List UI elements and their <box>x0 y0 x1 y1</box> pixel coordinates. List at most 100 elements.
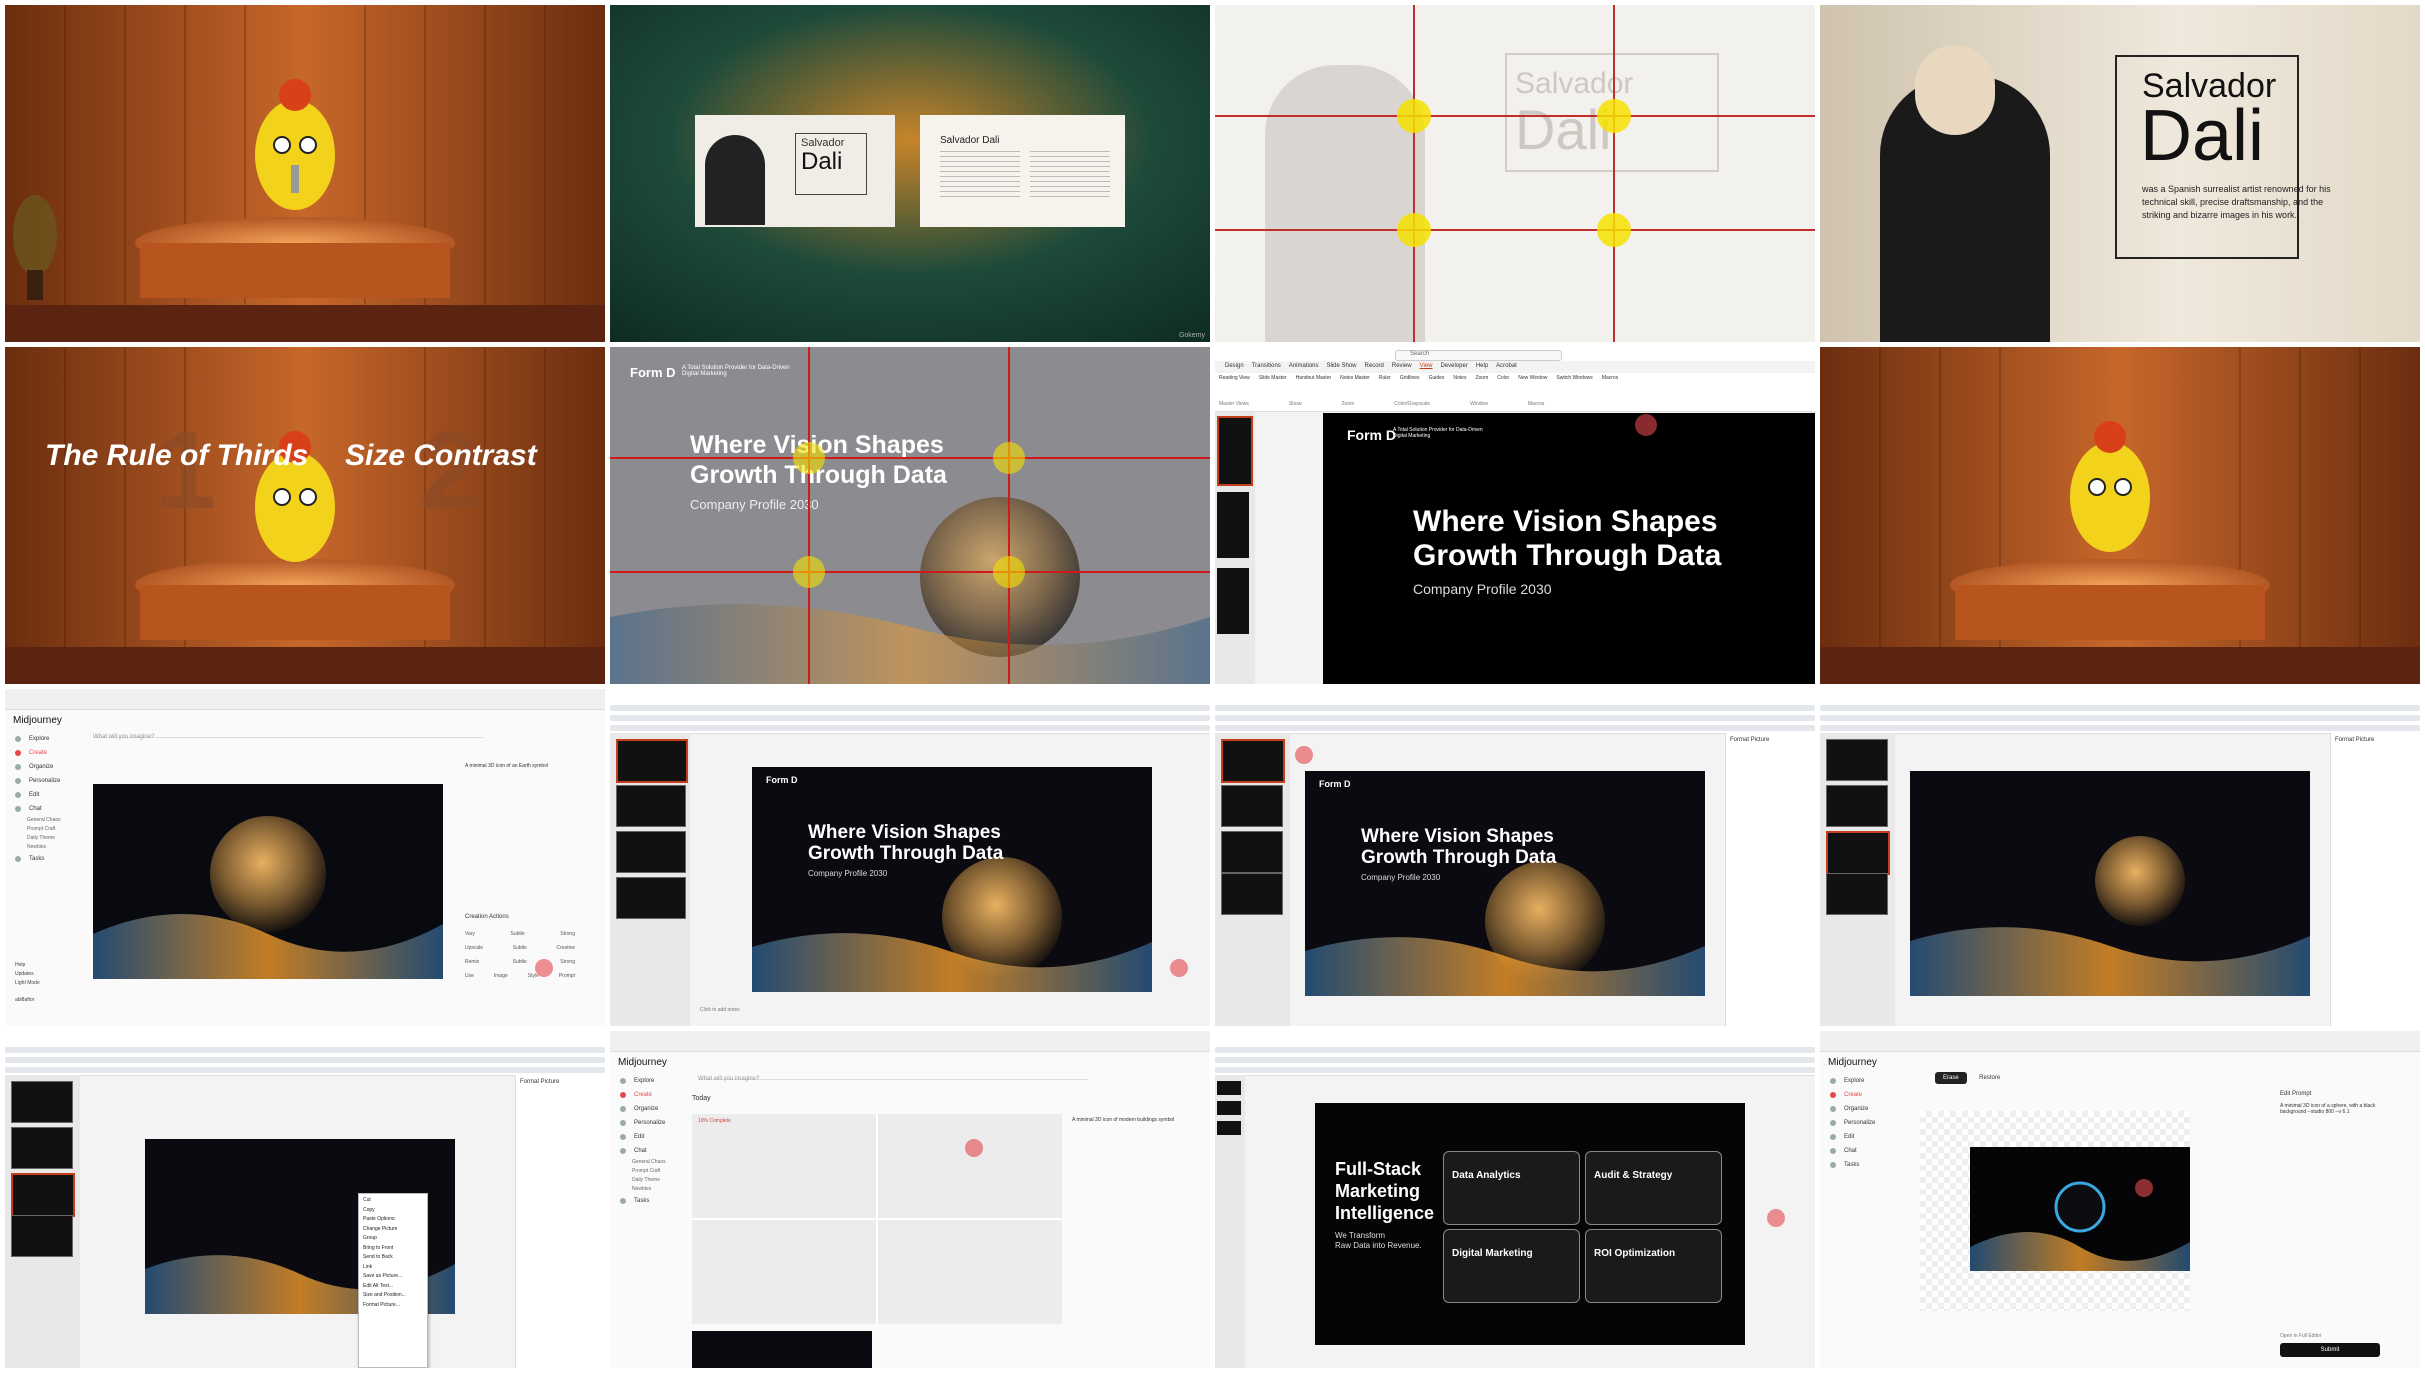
light-mode-toggle[interactable]: Light Mode <box>15 979 40 988</box>
thumbnail[interactable] <box>11 1215 73 1257</box>
gridlines-checkbox[interactable]: Gridlines <box>1400 375 1420 381</box>
menu-group[interactable]: Group <box>363 1234 423 1244</box>
chat-general[interactable]: General Chaos <box>27 816 80 825</box>
thumbnail[interactable] <box>1217 1101 1241 1115</box>
edit-prompt-text[interactable]: A minimal 3D icon of a sphere, with a bl… <box>2280 1103 2380 1115</box>
prompt-input[interactable]: What will you imagine? <box>93 725 483 740</box>
thumbnail[interactable] <box>11 1081 73 1123</box>
nav-tasks[interactable]: Tasks <box>610 1194 685 1208</box>
submit-button[interactable]: Submit <box>2280 1343 2380 1357</box>
menu-link[interactable]: Link <box>363 1263 423 1273</box>
chat-daily-theme[interactable]: Daily Theme <box>632 1176 685 1185</box>
tab-help[interactable]: Help <box>1476 363 1488 369</box>
menu-format-picture[interactable]: Format Picture... <box>363 1301 423 1311</box>
thumbnail[interactable] <box>1221 785 1283 827</box>
thumbnail[interactable] <box>616 831 686 873</box>
tab-slide-show[interactable]: Slide Show <box>1327 363 1357 369</box>
search-box[interactable]: Search <box>1395 350 1562 361</box>
nav-personalize[interactable]: Personalize <box>1820 1116 1895 1130</box>
thumbnail[interactable] <box>616 739 688 783</box>
menu-send-back[interactable]: Send to Back <box>363 1253 423 1263</box>
nav-explore[interactable]: Explore <box>1820 1074 1895 1088</box>
nav-explore[interactable]: Explore <box>610 1074 685 1088</box>
nav-personalize[interactable]: Personalize <box>5 774 80 788</box>
thumbnail[interactable] <box>11 1173 75 1217</box>
thumbnail[interactable] <box>11 1127 73 1169</box>
slide-canvas[interactable]: Form D A Total Solution Provider for Dat… <box>1323 413 1815 684</box>
open-editor-link[interactable]: Open in Full Editor <box>2280 1333 2321 1339</box>
tab-record[interactable]: Record <box>1365 363 1384 369</box>
user-name[interactable]: abl8aftor <box>15 996 40 1005</box>
nav-tasks[interactable]: Tasks <box>1820 1158 1895 1172</box>
nav-organize[interactable]: Organize <box>1820 1102 1895 1116</box>
nav-personalize[interactable]: Personalize <box>610 1116 685 1130</box>
reading-view-button[interactable]: Reading View <box>1219 375 1250 381</box>
prompt-input[interactable]: What will you imagine? <box>698 1067 1088 1082</box>
thumbnail[interactable] <box>616 785 686 827</box>
tab-design[interactable]: Design <box>1225 363 1244 369</box>
restore-tool[interactable]: Restore <box>1971 1072 2008 1084</box>
slide-master-button[interactable]: Slide Master <box>1259 375 1287 381</box>
macros-button[interactable]: Macros <box>1602 375 1618 381</box>
thumbnail[interactable] <box>1217 568 1249 634</box>
thumbnail[interactable] <box>1221 873 1283 915</box>
tab-review[interactable]: Review <box>1392 363 1412 369</box>
upscale-creative-button[interactable]: Creative <box>556 941 575 955</box>
nav-create[interactable]: Create <box>1820 1088 1895 1102</box>
menu-alt-text[interactable]: Edit Alt Text... <box>363 1282 423 1292</box>
remix-subtle-button[interactable]: Subtle <box>513 955 527 969</box>
nav-chat[interactable]: Chat <box>610 1144 685 1158</box>
thumbnail[interactable] <box>1217 492 1249 558</box>
thumbnail[interactable] <box>1221 739 1285 783</box>
nav-create[interactable]: Create <box>610 1088 685 1102</box>
menu-save-picture[interactable]: Save as Picture... <box>363 1272 423 1282</box>
vary-strong-button[interactable]: Strong <box>560 927 575 941</box>
help-link[interactable]: Help <box>15 961 40 970</box>
handout-master-button[interactable]: Handout Master <box>1296 375 1332 381</box>
tab-developer[interactable]: Developer <box>1440 363 1467 369</box>
switch-windows-button[interactable]: Switch Windows <box>1556 375 1592 381</box>
tab-animations[interactable]: Animations <box>1289 363 1319 369</box>
menu-paste-options[interactable]: Paste Options: <box>363 1215 423 1225</box>
generated-image[interactable] <box>93 784 443 979</box>
chat-newbies[interactable]: Newbies <box>27 843 80 852</box>
erase-tool[interactable]: Erase <box>1935 1072 1967 1084</box>
remix-strong-button[interactable]: Strong <box>560 955 575 969</box>
color-button[interactable]: Color <box>1497 375 1509 381</box>
chat-daily-theme[interactable]: Daily Theme <box>27 834 80 843</box>
nav-explore[interactable]: Explore <box>5 732 80 746</box>
zoom-button[interactable]: Zoom <box>1475 375 1488 381</box>
slide-canvas[interactable]: Form D Where Vision Shapes Growth Throug… <box>752 767 1152 992</box>
use-prompt-button[interactable]: Prompt <box>559 969 575 983</box>
use-image-button[interactable]: Image <box>494 969 508 983</box>
upscale-subtle-button[interactable]: Subtle <box>513 941 527 955</box>
notes-master-button[interactable]: Notes Master <box>1340 375 1370 381</box>
menu-size-position[interactable]: Size and Position... <box>363 1291 423 1301</box>
vary-subtle-button[interactable]: Subtle <box>511 927 525 941</box>
thumbnail[interactable] <box>1217 1121 1241 1135</box>
nav-create[interactable]: Create <box>5 746 80 760</box>
tab-acrobat[interactable]: Acrobat <box>1496 363 1517 369</box>
tab-view[interactable]: View <box>1420 363 1433 369</box>
thumbnail[interactable] <box>1217 1081 1241 1095</box>
menu-cut[interactable]: Cut <box>363 1196 423 1206</box>
guides-checkbox[interactable]: Guides <box>1429 375 1445 381</box>
nav-organize[interactable]: Organize <box>610 1102 685 1116</box>
thumbnail[interactable] <box>1217 416 1253 486</box>
nav-edit[interactable]: Edit <box>610 1130 685 1144</box>
ruler-checkbox[interactable]: Ruler <box>1379 375 1391 381</box>
thumbnail[interactable] <box>616 877 686 919</box>
notes-button[interactable]: Notes <box>1453 375 1466 381</box>
slide-canvas[interactable]: Form D Where Vision Shapes Growth Throug… <box>1305 771 1705 996</box>
edit-image[interactable] <box>1970 1147 2190 1271</box>
thumbnail[interactable] <box>1826 785 1888 827</box>
nav-chat[interactable]: Chat <box>1820 1144 1895 1158</box>
notes-placeholder[interactable]: Click to add notes <box>700 1007 740 1013</box>
chat-newbies[interactable]: Newbies <box>632 1185 685 1194</box>
nav-tasks[interactable]: Tasks <box>5 852 80 866</box>
menu-copy[interactable]: Copy <box>363 1206 423 1216</box>
edit-canvas[interactable] <box>1920 1111 2190 1311</box>
thumbnail[interactable] <box>1826 831 1890 875</box>
thumbnail[interactable] <box>1221 831 1283 873</box>
slide-canvas[interactable] <box>1910 771 2310 996</box>
